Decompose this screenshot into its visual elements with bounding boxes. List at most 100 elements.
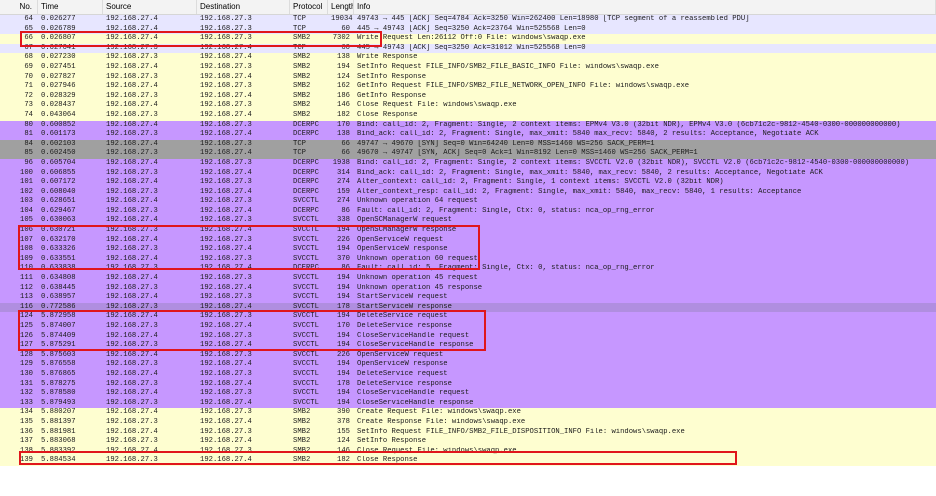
header-col-source[interactable]: Source [103, 0, 197, 14]
packet-protocol: SVCCTL [293, 226, 319, 235]
packet-row[interactable]: 112 0.638445 192.168.27.3 192.168.27.4 SVCCT… [0, 283, 936, 294]
packet-destination: 192.168.27.3 [200, 178, 252, 187]
packet-protocol: DCERPC [293, 120, 319, 129]
packet-no: 139 [20, 456, 33, 465]
packet-row[interactable]: 66 0.026807 192.168.27.4 192.168.27.3 SMB2 73… [0, 34, 936, 44]
packet-time: 0.028329 [41, 91, 76, 100]
packet-row[interactable]: 68 0.027230 192.168.27.3 192.168.27.4 SMB2 13… [0, 53, 936, 63]
packet-row[interactable]: 73 0.028437 192.168.27.4 192.168.27.3 SMB2 14… [0, 101, 936, 111]
packet-row[interactable]: 124 5.872958 192.168.27.4 192.168.27.3 SVCCT… [0, 312, 936, 322]
packet-length: 274 [337, 197, 350, 206]
packet-no: 124 [20, 312, 33, 321]
packet-row[interactable]: 102 0.608040 192.168.27.3 192.168.27.4 DCERP… [0, 187, 936, 198]
packet-row[interactable]: 81 0.601173 192.168.27.3 192.168.27.4 DCERPC… [0, 130, 936, 140]
packet-row[interactable]: 110 0.633838 192.168.27.3 192.168.27.4 DCERP… [0, 264, 936, 275]
packet-source: 192.168.27.4 [106, 446, 158, 455]
packet-row[interactable]: 70 0.027827 192.168.27.3 192.168.27.4 SMB2 12… [0, 72, 936, 83]
packet-destination: 192.168.27.3 [200, 197, 252, 206]
packet-time: 5.878580 [41, 389, 76, 398]
packet-length: 146 [337, 101, 350, 110]
packet-row[interactable]: 137 5.883068 192.168.27.3 192.168.27.4 SMB2 1… [0, 437, 936, 447]
packet-time: 0.630721 [41, 226, 76, 235]
packet-row[interactable]: 132 5.878580 192.168.27.4 192.168.27.3 SVCCT… [0, 389, 936, 399]
packet-row[interactable]: 105 0.630063 192.168.27.4 192.168.27.3 SVCCT… [0, 216, 936, 227]
packet-row[interactable]: 106 0.630721 192.168.27.3 192.168.27.4 SVCCT… [0, 226, 936, 236]
packet-row[interactable]: 71 0.027946 192.168.27.4 192.168.27.3 SMB2 16… [0, 82, 936, 92]
packet-protocol: DCERPC [293, 264, 319, 273]
packet-row[interactable]: 69 0.027451 192.168.27.4 192.168.27.3 SMB2 19… [0, 62, 936, 73]
header-col-time[interactable]: Time [38, 0, 103, 14]
packet-row[interactable]: 133 5.879493 192.168.27.3 192.168.27.4 SVCCT… [0, 398, 936, 409]
packet-length: 170 [337, 322, 350, 330]
packet-row[interactable]: 139 5.884534 192.168.27.3 192.168.27.4 SMB2 1… [0, 456, 936, 466]
packet-row[interactable]: 64 0.026277 192.168.27.4 192.168.27.3 TCP 190… [0, 15, 936, 25]
packet-list[interactable]: No. Time Source Destination Protocol Length In… [0, 0, 936, 496]
packet-row[interactable]: 134 5.880207 192.168.27.4 192.168.27.3 SMB2 3… [0, 408, 936, 418]
packet-protocol: SVCCTL [293, 389, 319, 398]
packet-row[interactable]: 127 5.875291 192.168.27.3 192.168.27.4 SVCCT… [0, 341, 936, 351]
packet-protocol: TCP [293, 149, 306, 158]
packet-no: 84 [24, 139, 33, 148]
packet-protocol: SVCCTL [293, 197, 319, 206]
packet-row[interactable]: 116 0.772586 192.168.27.3 192.168.27.4 SVCCT… [0, 302, 936, 313]
packet-row[interactable]: 65 0.026789 192.168.27.4 192.168.27.3 TCP 60 4… [0, 24, 936, 35]
packet-row[interactable]: 130 5.876865 192.168.27.4 192.168.27.3 SVCCT… [0, 369, 936, 380]
packet-row[interactable]: 138 5.883392 192.168.27.4 192.168.27.3 SMB2 1… [0, 446, 936, 457]
packet-row[interactable]: 103 0.628651 192.168.27.4 192.168.27.3 SVCCT… [0, 197, 936, 207]
packet-row[interactable]: 126 5.874409 192.168.27.4 192.168.27.3 SVCCT… [0, 331, 936, 342]
packet-row[interactable]: 72 0.028329 192.168.27.3 192.168.27.4 SMB2 18… [0, 91, 936, 102]
packet-row[interactable]: 136 5.881981 192.168.27.4 192.168.27.3 SMB2 1… [0, 427, 936, 438]
header-col-no[interactable]: No. [0, 0, 38, 14]
packet-time: 5.876865 [41, 369, 76, 378]
packet-no: 71 [24, 82, 33, 91]
packet-destination: 192.168.27.3 [200, 24, 252, 33]
packet-row[interactable]: 107 0.632170 192.168.27.4 192.168.27.3 SVCCT… [0, 235, 936, 246]
packet-length: 226 [337, 235, 350, 244]
packet-row[interactable]: 80 0.600852 192.168.27.4 192.168.27.3 DCERPC… [0, 120, 936, 131]
header-col-destination[interactable]: Destination [197, 0, 290, 14]
packet-no: 105 [20, 216, 33, 225]
packet-source: 192.168.27.4 [106, 158, 158, 167]
header-col-protocol[interactable]: Protocol [290, 0, 328, 14]
packet-protocol: SVCCTL [293, 331, 319, 340]
packet-source: 192.168.27.4 [106, 408, 158, 417]
packet-row[interactable]: 84 0.602103 192.168.27.4 192.168.27.3 TCP 66 4… [0, 139, 936, 150]
packet-destination: 192.168.27.4 [200, 187, 252, 196]
packet-row[interactable]: 67 0.027041 192.168.27.3 192.168.27.4 TCP 60 4… [0, 43, 936, 54]
packet-row[interactable]: 85 0.602450 192.168.27.3 192.168.27.4 TCP 66 4… [0, 149, 936, 159]
packet-destination: 192.168.27.3 [200, 254, 252, 263]
packet-row[interactable]: 109 0.633551 192.168.27.4 192.168.27.3 SVCCT… [0, 254, 936, 265]
packet-row[interactable]: 104 0.629467 192.168.27.3 192.168.27.4 DCERP… [0, 206, 936, 217]
packet-info: DeleteService response [357, 379, 452, 388]
packet-row[interactable]: 135 5.881397 192.168.27.3 192.168.27.4 SMB2 3… [0, 417, 936, 428]
packet-source: 192.168.27.4 [106, 427, 158, 436]
header-col-info[interactable]: Info [354, 0, 936, 14]
packet-info: Write Request Len:26112 Off:0 File: wind… [357, 34, 586, 43]
packet-destination: 192.168.27.3 [200, 293, 252, 302]
packet-row[interactable]: 111 0.634808 192.168.27.4 192.168.27.3 SVCCT… [0, 274, 936, 284]
packet-length: 162 [337, 82, 350, 91]
packet-row[interactable]: 128 5.875603 192.168.27.4 192.168.27.3 SVCCT… [0, 350, 936, 361]
packet-protocol: SMB2 [293, 101, 311, 110]
packet-row[interactable]: 96 0.605704 192.168.27.4 192.168.27.3 DCERPC… [0, 158, 936, 169]
packet-row[interactable]: 100 0.606855 192.168.27.3 192.168.27.4 DCERP… [0, 168, 936, 179]
packet-info: Alter_context_resp: call_id: 2, Fragment… [357, 187, 802, 196]
packet-length: 378 [337, 417, 350, 426]
packet-length: 390 [337, 408, 350, 417]
packet-info: Bind_ack: call_id: 2, Fragment: Single, … [357, 130, 819, 139]
packet-row[interactable]: 125 5.874007 192.168.27.3 192.168.27.4 SVCCT… [0, 322, 936, 332]
packet-info: StartServiceW request [357, 293, 448, 302]
packet-row[interactable]: 113 0.638957 192.168.27.4 192.168.27.3 SVCCT… [0, 293, 936, 303]
packet-time: 0.602103 [41, 139, 76, 148]
packet-no: 137 [20, 437, 33, 446]
packet-time: 5.880207 [41, 408, 76, 417]
packet-row[interactable]: 108 0.633326 192.168.27.3 192.168.27.4 SVCCT… [0, 245, 936, 255]
packet-row[interactable]: 74 0.043064 192.168.27.3 192.168.27.4 SMB2 18… [0, 110, 936, 121]
header-col-length[interactable]: Length [328, 0, 354, 14]
packet-row[interactable]: 131 5.878275 192.168.27.3 192.168.27.4 SVCCT… [0, 379, 936, 390]
packet-row[interactable]: 101 0.607172 192.168.27.4 192.168.27.3 DCERP… [0, 178, 936, 188]
packet-protocol: SMB2 [293, 82, 311, 91]
packet-info: Fault: call_id: 5, Fragment: Single, Ctx… [357, 264, 655, 273]
packet-info: CloseServiceHandle request [357, 331, 470, 340]
packet-row[interactable]: 129 5.876558 192.168.27.3 192.168.27.4 SVCCT… [0, 360, 936, 370]
